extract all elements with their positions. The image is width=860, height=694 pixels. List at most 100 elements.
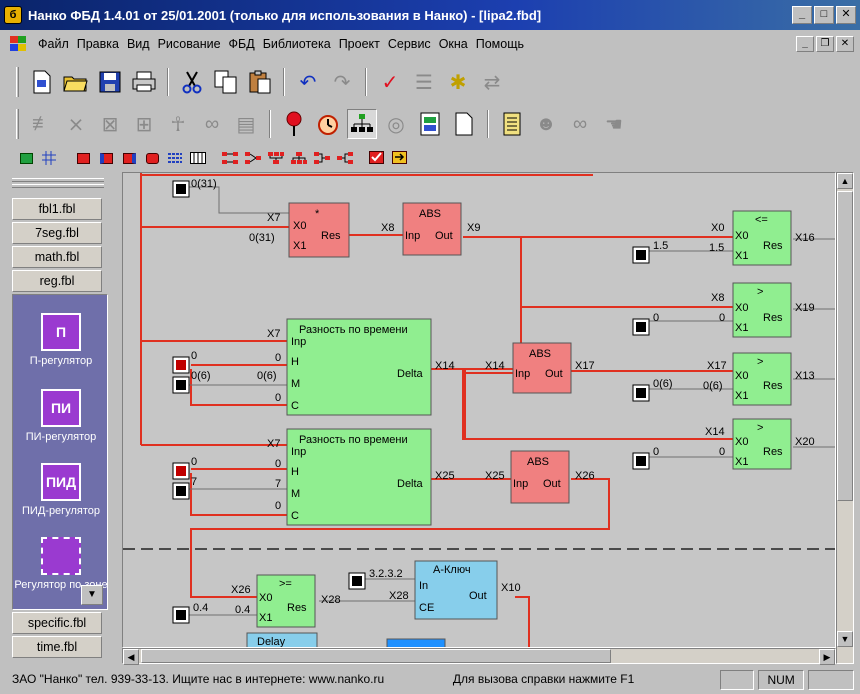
- report-icon[interactable]: [415, 109, 445, 139]
- palette-item-pid-regulator[interactable]: ПИД ПИД-регулятор: [13, 463, 107, 517]
- alarm-clock-icon[interactable]: [313, 109, 343, 139]
- const-block[interactable]: [632, 452, 650, 470]
- compare-block[interactable]: > X0 X1 Res: [732, 352, 792, 406]
- save-icon[interactable]: [95, 67, 125, 97]
- maximize-button[interactable]: □: [814, 6, 834, 24]
- page-icon[interactable]: [449, 109, 479, 139]
- menu-fbd[interactable]: ФБД: [225, 37, 259, 51]
- abs-block[interactable]: ABS Inp Out: [510, 450, 570, 504]
- stop-icon[interactable]: [279, 109, 309, 139]
- compare-block[interactable]: <= X0 X1 Res: [732, 210, 792, 266]
- block-tool-4-icon[interactable]: ⊞: [129, 109, 159, 139]
- vertical-scroll-thumb[interactable]: [837, 191, 853, 501]
- block-tool-7-icon[interactable]: ▤: [231, 109, 261, 139]
- palette-scroll-down-button[interactable]: ▼: [81, 585, 103, 605]
- menu-help[interactable]: Помощь: [472, 37, 528, 51]
- tab-fbl1[interactable]: fbl1.fbl: [12, 198, 102, 220]
- layout-5-icon[interactable]: [312, 149, 332, 167]
- network-icon[interactable]: [347, 109, 377, 139]
- red-block-2-icon[interactable]: [96, 149, 116, 167]
- minimize-button[interactable]: _: [792, 6, 812, 24]
- tab-reg[interactable]: reg.fbl: [12, 270, 102, 292]
- tab-time[interactable]: time.fbl: [12, 636, 102, 658]
- menu-library[interactable]: Библиотека: [259, 37, 335, 51]
- const-block[interactable]: [172, 606, 190, 624]
- layout-4-icon[interactable]: [289, 149, 309, 167]
- red-block-4-icon[interactable]: [142, 149, 162, 167]
- palette-item-pi-regulator[interactable]: ПИ ПИ-регулятор: [13, 389, 107, 443]
- layout-2-icon[interactable]: [243, 149, 263, 167]
- vertical-scrollbar[interactable]: ▲ ▼: [836, 172, 854, 664]
- sync-icon[interactable]: ⇄: [477, 67, 507, 97]
- layout-3-icon[interactable]: [266, 149, 286, 167]
- export-icon[interactable]: [390, 149, 410, 167]
- horizontal-scrollbar[interactable]: ◀ ▶: [122, 648, 836, 665]
- cut-icon[interactable]: [177, 67, 207, 97]
- cd-icon[interactable]: ◎: [381, 109, 411, 139]
- abs-block[interactable]: ABS Inp Out: [402, 202, 462, 256]
- block-tool-2-icon[interactable]: ⨯: [61, 109, 91, 139]
- time-difference-block[interactable]: Разность по времени Inp H M C Delta: [286, 428, 432, 526]
- const-block[interactable]: [172, 482, 190, 500]
- palette-item-p-regulator[interactable]: П П-регулятор: [13, 313, 107, 367]
- time-difference-block[interactable]: Разность по времени Inp H M C Delta: [286, 318, 432, 416]
- title-bar[interactable]: б Нанко ФБД 1.4.01 от 25/01.2001 (только…: [0, 0, 860, 30]
- list-icon[interactable]: [497, 109, 527, 139]
- copy-icon[interactable]: [211, 67, 241, 97]
- table-icon[interactable]: [188, 149, 208, 167]
- layout-1-icon[interactable]: [220, 149, 240, 167]
- scroll-left-arrow-icon[interactable]: ◀: [123, 649, 139, 665]
- grid-icon[interactable]: [39, 149, 59, 167]
- mdi-close-button[interactable]: ✕: [836, 36, 854, 52]
- const-block[interactable]: [172, 180, 190, 198]
- run-icon[interactable]: [16, 149, 36, 167]
- palette-item-zone-regulator[interactable]: Регулятор по зоне: [13, 537, 107, 591]
- menu-view[interactable]: Вид: [123, 37, 154, 51]
- scroll-right-arrow-icon[interactable]: ▶: [819, 649, 835, 665]
- compare-block[interactable]: >= X0 X1 Res: [256, 574, 316, 628]
- const-block[interactable]: [172, 356, 190, 374]
- analog-key-block[interactable]: А-Ключ In CE Out: [414, 560, 498, 620]
- debug-bug-icon[interactable]: ✱: [443, 67, 473, 97]
- paste-icon[interactable]: [245, 67, 275, 97]
- new-doc-icon[interactable]: [27, 67, 57, 97]
- horizontal-scroll-thumb[interactable]: [141, 649, 611, 663]
- mdi-restore-button[interactable]: ❐: [816, 36, 834, 52]
- menu-file[interactable]: Файл: [34, 37, 73, 51]
- close-button[interactable]: ✕: [836, 6, 856, 24]
- partial-delay-block[interactable]: Delay: [246, 632, 318, 648]
- const-block[interactable]: [632, 246, 650, 264]
- check-box-icon[interactable]: [367, 149, 387, 167]
- const-block[interactable]: [632, 318, 650, 336]
- tab-7seg[interactable]: 7seg.fbl: [12, 222, 102, 244]
- check-icon[interactable]: ✓: [375, 67, 405, 97]
- menu-service[interactable]: Сервис: [384, 37, 435, 51]
- const-block[interactable]: [632, 384, 650, 402]
- diagram-canvas[interactable]: 0(31) * X0 X1 Res X7 0(31) X8 ABS Inp Ou…: [122, 172, 836, 648]
- align-icon[interactable]: [165, 149, 185, 167]
- block-tool-1-icon[interactable]: ≢: [27, 109, 57, 139]
- print-icon[interactable]: [129, 67, 159, 97]
- head-icon[interactable]: ☻: [531, 109, 561, 139]
- const-block[interactable]: [172, 376, 190, 394]
- red-block-1-icon[interactable]: [73, 149, 93, 167]
- red-block-3-icon[interactable]: [119, 149, 139, 167]
- compile-icon[interactable]: ☰: [409, 67, 439, 97]
- glasses-icon[interactable]: ∞: [565, 109, 595, 139]
- block-tool-6-icon[interactable]: ∞: [197, 109, 227, 139]
- open-folder-icon[interactable]: [61, 67, 91, 97]
- redo-icon[interactable]: ↷: [327, 67, 357, 97]
- partial-blue-block[interactable]: [386, 638, 446, 648]
- layout-6-icon[interactable]: [335, 149, 355, 167]
- tab-specific[interactable]: specific.fbl: [12, 612, 102, 634]
- document-icon[interactable]: [10, 36, 28, 52]
- block-tool-3-icon[interactable]: ⊠: [95, 109, 125, 139]
- scroll-down-arrow-icon[interactable]: ▼: [837, 631, 853, 647]
- undo-icon[interactable]: ↶: [293, 67, 323, 97]
- scroll-up-arrow-icon[interactable]: ▲: [837, 173, 853, 189]
- block-tool-5-icon[interactable]: ☥: [163, 109, 193, 139]
- menu-draw[interactable]: Рисование: [154, 37, 225, 51]
- compare-block[interactable]: > X0 X1 Res: [732, 418, 792, 470]
- multiply-block[interactable]: * X0 X1 Res: [288, 202, 350, 258]
- hand-icon[interactable]: ☚: [599, 109, 629, 139]
